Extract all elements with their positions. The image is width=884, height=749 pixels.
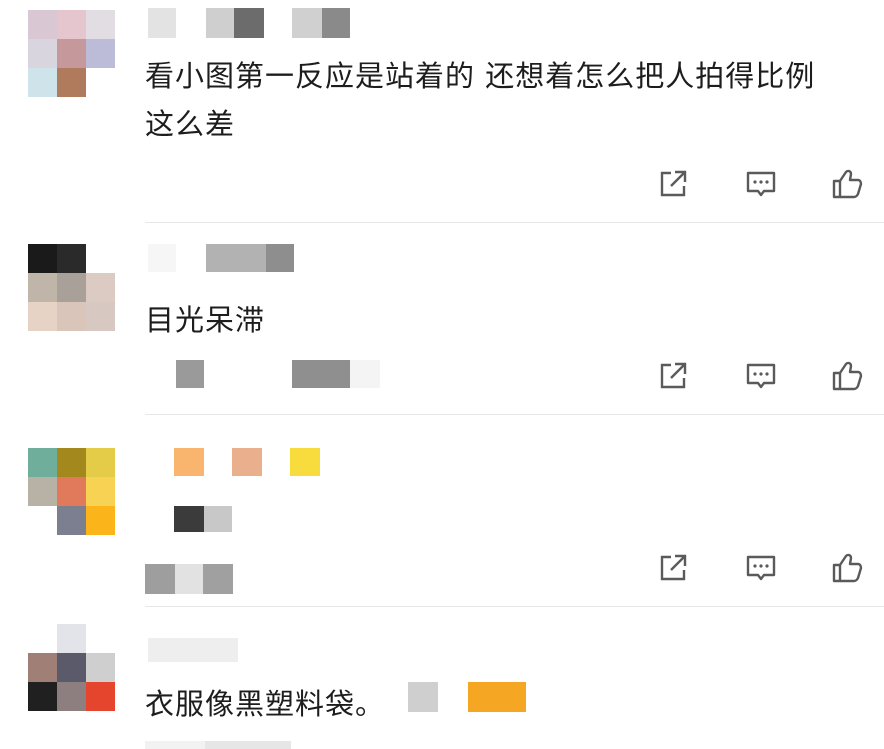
share-icon: [660, 554, 687, 581]
avatar-pixel: [86, 653, 115, 682]
avatar[interactable]: [28, 10, 115, 97]
avatar-pixel: [28, 10, 57, 39]
comment-text: 衣服像黑塑料袋。: [145, 687, 386, 721]
avatar-pixel: [86, 244, 115, 273]
username-blurred[interactable]: [174, 448, 320, 476]
avatar-pixel: [57, 653, 86, 682]
avatar-pixel: [28, 653, 57, 682]
avatar-pixel: [57, 448, 86, 477]
comment-icon: [746, 363, 776, 389]
reply-button[interactable]: [743, 166, 779, 202]
avatar-pixel: [28, 244, 57, 273]
comment-item: 衣服像黑塑料袋。: [0, 608, 884, 749]
avatar-pixel: [86, 273, 115, 302]
like-button[interactable]: [829, 358, 865, 394]
divider: [145, 222, 884, 223]
thumbs-up-icon: [832, 553, 863, 583]
meta-blurred: [148, 360, 380, 388]
avatar[interactable]: [28, 448, 115, 535]
avatar-pixel: [86, 68, 115, 97]
reply-button[interactable]: [743, 358, 779, 394]
avatar[interactable]: [28, 244, 115, 331]
avatar-pixel: [28, 68, 57, 97]
avatar-pixel: [28, 506, 57, 535]
comment-text: 看小图第一反应是站着的 还想着怎么把人拍得比例这么差: [145, 59, 816, 141]
share-icon: [660, 362, 687, 389]
meta-blurred: [145, 741, 291, 749]
share-button[interactable]: [655, 550, 691, 586]
avatar-pixel: [86, 682, 115, 711]
avatar-pixel: [86, 477, 115, 506]
avatar-pixel: [57, 273, 86, 302]
share-button[interactable]: [655, 166, 691, 202]
comment-item: [0, 416, 884, 608]
avatar[interactable]: [28, 624, 115, 711]
avatar-pixel: [28, 477, 57, 506]
comment-item: 目光呆滞: [0, 224, 884, 416]
avatar-pixel: [86, 302, 115, 331]
share-button[interactable]: [655, 358, 691, 394]
avatar-pixel: [57, 302, 86, 331]
avatar-pixel: [57, 682, 86, 711]
comment-text: 目光呆滞: [145, 303, 266, 337]
comment-text-blurred: [408, 682, 526, 712]
reply-button[interactable]: [743, 550, 779, 586]
avatar-pixel: [86, 448, 115, 477]
avatar-pixel: [86, 506, 115, 535]
avatar-pixel: [57, 477, 86, 506]
comment-actions: [655, 358, 875, 398]
divider: [145, 414, 884, 415]
avatar-pixel: [57, 68, 86, 97]
comment-icon: [746, 555, 776, 581]
avatar-pixel: [86, 39, 115, 68]
comment-text-blurred: [174, 506, 232, 532]
avatar-pixel: [57, 244, 86, 273]
avatar-pixel: [86, 10, 115, 39]
avatar-pixel: [28, 448, 57, 477]
comment-actions: [655, 166, 875, 206]
username-blurred[interactable]: [148, 638, 238, 662]
avatar-pixel: [28, 682, 57, 711]
thumbs-up-icon: [832, 169, 863, 199]
like-button[interactable]: [829, 550, 865, 586]
avatar-pixel: [57, 39, 86, 68]
avatar-pixel: [28, 39, 57, 68]
meta-blurred: [145, 564, 233, 594]
avatar-pixel: [28, 302, 57, 331]
avatar-pixel: [28, 273, 57, 302]
avatar-pixel: [86, 624, 115, 653]
avatar-pixel: [57, 10, 86, 39]
username-blurred[interactable]: [148, 8, 350, 38]
comment-icon: [746, 171, 776, 197]
comment-item: 看小图第一反应是站着的 还想着怎么把人拍得比例这么差: [0, 0, 884, 224]
share-icon: [660, 170, 687, 197]
divider: [145, 606, 884, 607]
avatar-pixel: [28, 624, 57, 653]
username-blurred[interactable]: [148, 244, 294, 272]
like-button[interactable]: [829, 166, 865, 202]
thumbs-up-icon: [832, 361, 863, 391]
avatar-pixel: [57, 506, 86, 535]
avatar-pixel: [57, 624, 86, 653]
comment-actions: [655, 550, 875, 590]
